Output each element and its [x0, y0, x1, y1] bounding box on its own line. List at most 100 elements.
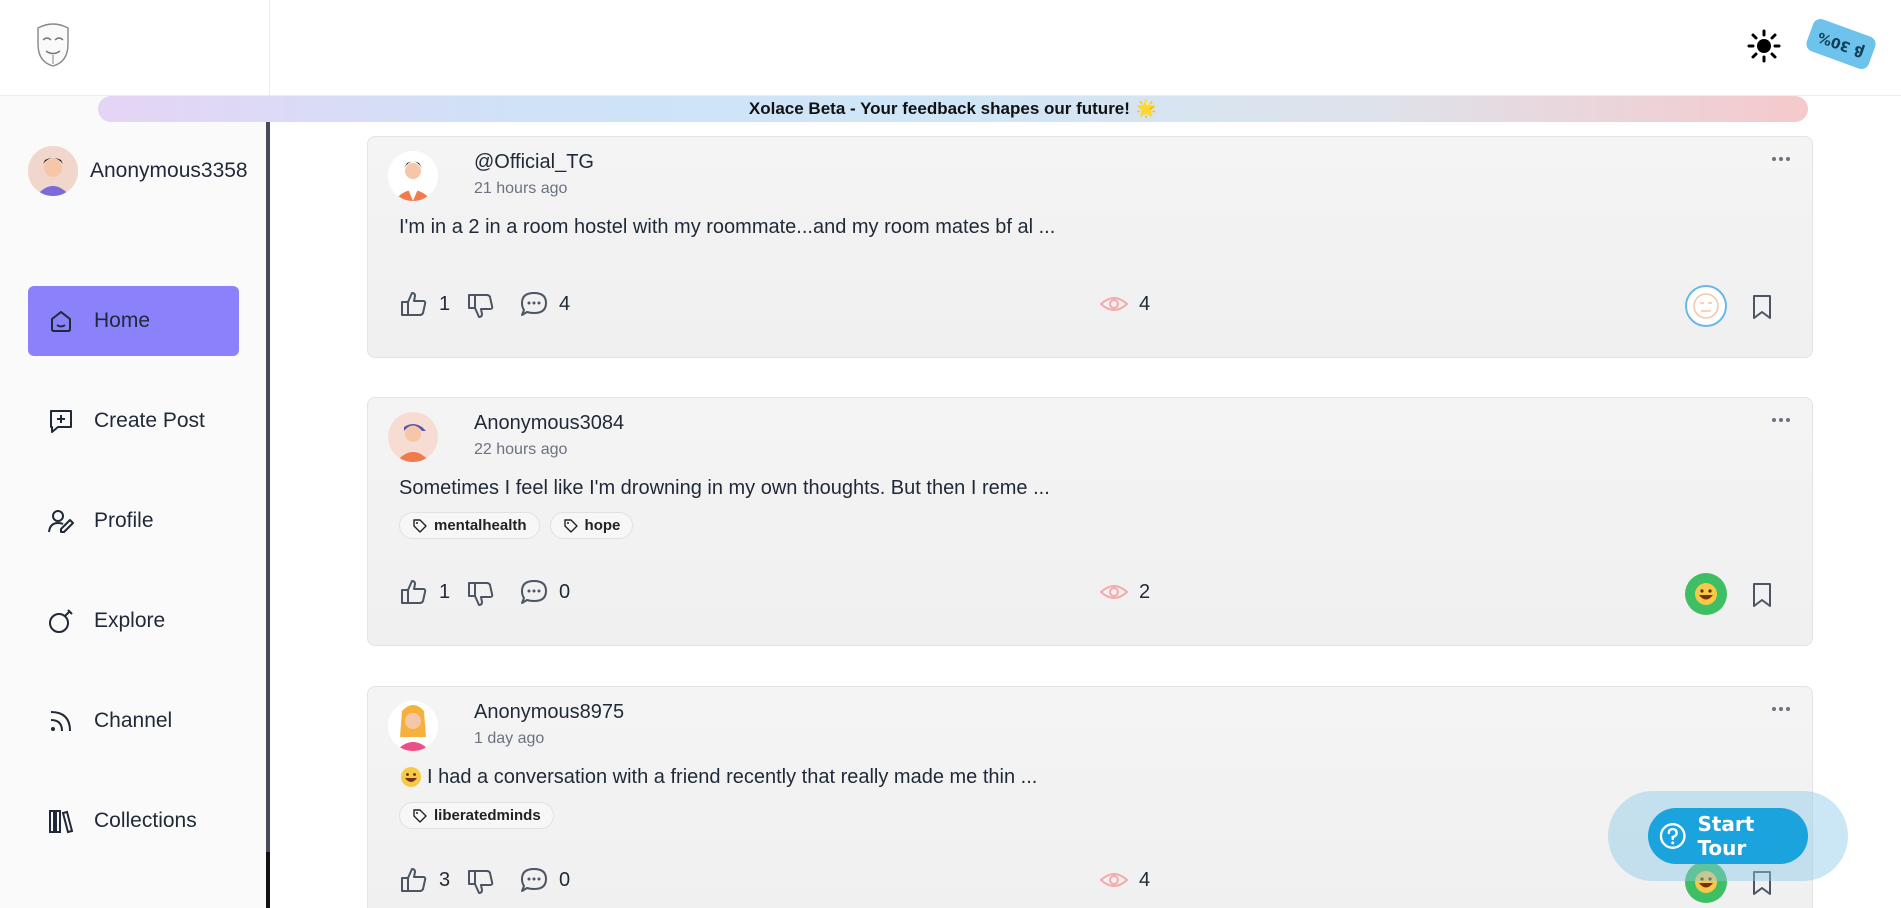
more-options-icon[interactable]: [1770, 155, 1792, 163]
tag-icon: [413, 518, 427, 533]
sidebar-item-profile[interactable]: Profile: [28, 486, 239, 556]
sidebar-item-label: Collections: [94, 809, 197, 832]
thumbs-down-icon[interactable]: [466, 579, 496, 609]
post-author[interactable]: @Official_TG: [474, 151, 594, 174]
sidebar-item-collections[interactable]: Collections: [28, 786, 239, 856]
sidebar-item-label: Home: [94, 309, 151, 332]
top-bar: β 30%: [0, 0, 1901, 96]
views-group: 4: [1099, 289, 1150, 319]
views-group: 4: [1099, 865, 1150, 895]
mood-happy-icon[interactable]: [1685, 573, 1727, 615]
tag-chip[interactable]: hope: [549, 512, 634, 539]
post-tags: liberatedminds: [399, 802, 554, 829]
thumbs-down-icon[interactable]: [466, 291, 496, 321]
comment-count: 4: [559, 292, 571, 315]
eye-icon: [1099, 297, 1129, 311]
comment-icon[interactable]: [519, 577, 549, 607]
sidebar: Anonymous3358 Home Create Post Profile E…: [0, 96, 270, 908]
home-icon: [51, 310, 71, 332]
start-tour-button[interactable]: Start Tour: [1648, 808, 1808, 864]
comment-icon[interactable]: [519, 289, 549, 319]
comment-group: 0: [519, 577, 570, 607]
post-content-text: I had a conversation with a friend recen…: [427, 765, 1038, 788]
tag-label: hope: [584, 517, 621, 534]
more-options-icon[interactable]: [1770, 416, 1792, 424]
tag-icon: [413, 808, 427, 823]
comment-count: 0: [559, 580, 571, 603]
like-count: 3: [439, 868, 451, 891]
comment-group: 4: [519, 289, 570, 319]
sidebar-item-label: Channel: [94, 709, 173, 732]
like-group: 3: [399, 865, 450, 895]
post-actions: 1 0 2: [399, 573, 1789, 615]
mask-logo-icon[interactable]: [34, 22, 72, 68]
avatar[interactable]: [388, 701, 438, 751]
post-content[interactable]: Sometimes I feel like I'm drowning in my…: [399, 477, 1050, 500]
tag-label: liberatedminds: [434, 807, 541, 824]
sidebar-item-create-post[interactable]: Create Post: [28, 386, 239, 456]
post-author[interactable]: Anonymous8975: [474, 701, 624, 724]
sidebar-item-home[interactable]: Home: [28, 286, 239, 356]
post-content[interactable]: I'm in a 2 in a room hostel with my room…: [399, 216, 1055, 239]
post-author[interactable]: Anonymous3084: [474, 412, 624, 435]
comment-icon[interactable]: [519, 865, 549, 895]
like-count: 1: [439, 292, 451, 315]
sidebar-item-channel[interactable]: Channel: [28, 686, 239, 756]
post-actions: 1 4 4: [399, 285, 1789, 327]
more-options-icon[interactable]: [1770, 705, 1792, 713]
bookmark-icon[interactable]: [1749, 293, 1775, 321]
create-post-icon: [50, 410, 72, 433]
beta-badge-label: β 30%: [1815, 28, 1867, 60]
theme-toggle-sun-icon[interactable]: [1747, 29, 1781, 63]
post-card[interactable]: @Official_TG 21 hours ago I'm in a 2 in …: [367, 136, 1813, 358]
avatar[interactable]: [388, 412, 438, 462]
avatar[interactable]: [388, 151, 438, 201]
start-tour-label: Start Tour: [1697, 812, 1755, 860]
banner-emoji: 🌟: [1135, 99, 1158, 118]
sidebar-edge: [266, 852, 270, 908]
thumbs-down-icon[interactable]: [466, 867, 496, 897]
explore-icon: [49, 609, 73, 633]
post-card[interactable]: Anonymous3084 22 hours ago Sometimes I f…: [367, 397, 1813, 646]
post-content[interactable]: I had a conversation with a friend recen…: [399, 765, 1037, 789]
tag-chip[interactable]: liberatedminds: [399, 802, 554, 829]
username: Anonymous3358: [90, 159, 248, 182]
views-group: 2: [1099, 577, 1150, 607]
comment-group: 0: [519, 865, 570, 895]
tag-icon: [563, 518, 578, 533]
user-profile-row[interactable]: Anonymous3358: [28, 146, 248, 196]
mood-neutral-icon[interactable]: [1685, 285, 1727, 327]
bookmark-icon[interactable]: [1749, 581, 1775, 609]
post-tags: mentalhealth hope: [399, 512, 634, 539]
tag-chip[interactable]: mentalhealth: [399, 512, 540, 539]
sidebar-item-label: Explore: [94, 609, 166, 632]
eye-icon: [1099, 585, 1129, 599]
view-count: 4: [1139, 292, 1151, 315]
thumbs-up-icon[interactable]: [399, 865, 429, 895]
tag-label: mentalhealth: [434, 517, 527, 534]
eye-icon: [1099, 873, 1129, 887]
like-group: 1: [399, 577, 450, 607]
question-icon: [1659, 823, 1686, 849]
grinning-emoji-icon: [401, 767, 421, 787]
avatar: [28, 146, 78, 196]
banner-text: Xolace Beta - Your feedback shapes our f…: [748, 99, 1130, 118]
comment-count: 0: [559, 868, 571, 891]
post-timestamp: 21 hours ago: [474, 180, 568, 197]
post-timestamp: 22 hours ago: [474, 441, 568, 458]
logo-cell: [0, 0, 270, 96]
sidebar-item-explore[interactable]: Explore: [28, 586, 239, 656]
like-group: 1: [399, 289, 450, 319]
thumbs-up-icon[interactable]: [399, 289, 429, 319]
beta-badge: β 30%: [1804, 16, 1878, 72]
post-timestamp: 1 day ago: [474, 730, 545, 747]
beta-banner: Xolace Beta - Your feedback shapes our f…: [98, 96, 1808, 122]
collections-icon: [49, 810, 74, 834]
post-card[interactable]: Anonymous8975 1 day ago I had a conversa…: [367, 686, 1813, 908]
view-count: 2: [1139, 580, 1151, 603]
thumbs-up-icon[interactable]: [399, 577, 429, 607]
like-count: 1: [439, 580, 451, 603]
channel-icon: [50, 711, 71, 732]
sidebar-item-label: Profile: [94, 509, 154, 532]
post-actions: 3 0 4: [399, 861, 1789, 903]
